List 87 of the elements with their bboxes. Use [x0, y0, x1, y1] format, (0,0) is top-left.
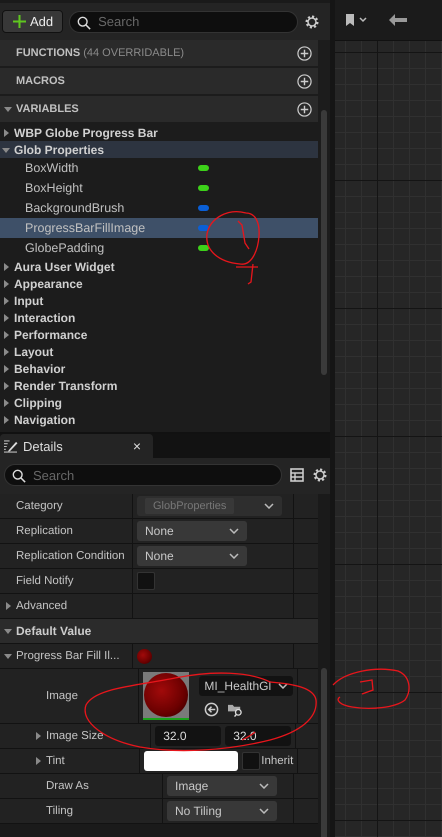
dropdown[interactable]: No Tiling	[167, 801, 277, 821]
add-button[interactable]: Add	[2, 10, 64, 33]
inherit-label: Inherit	[261, 755, 294, 767]
section-header[interactable]: MACROS	[0, 68, 318, 94]
add-circle-icon[interactable]	[297, 102, 312, 116]
category-row[interactable]: Clipping	[0, 394, 318, 411]
property-label: Category	[16, 500, 63, 512]
property-label: Progress Bar Fill Il...	[16, 650, 120, 662]
collapsed-arrow-icon[interactable]	[4, 602, 12, 610]
property-label: Field Notify	[16, 575, 74, 587]
material-thumbnail[interactable]	[143, 672, 190, 720]
property-label: Image Size	[46, 730, 104, 742]
variable-row[interactable]: GlobePadding	[0, 238, 318, 258]
property-label: Image	[46, 690, 78, 702]
collapsed-arrow-icon[interactable]	[2, 382, 10, 390]
variable-row[interactable]: BackgroundBrush	[0, 198, 318, 218]
add-circle-icon[interactable]	[297, 46, 312, 60]
scrollbar-thumb[interactable]	[321, 110, 327, 375]
details-tab[interactable]: Details ×	[0, 434, 153, 458]
expanded-arrow-icon[interactable]	[4, 652, 12, 660]
collapsed-arrow-icon[interactable]	[2, 348, 10, 356]
collapsed-arrow-icon[interactable]	[34, 732, 42, 740]
category-row[interactable]: Input	[0, 292, 318, 309]
asset-dropdown[interactable]: MI_HealthGl	[199, 676, 294, 696]
caret-icon	[259, 783, 269, 789]
category-row[interactable]: Performance	[0, 326, 318, 343]
collapsed-arrow-icon[interactable]	[2, 314, 10, 322]
caret-icon	[229, 553, 239, 559]
property-label: Tint	[46, 755, 65, 767]
category-row[interactable]: Render Transform	[0, 377, 318, 394]
add-circle-icon[interactable]	[297, 74, 312, 88]
scrollbar-thumb[interactable]	[321, 668, 327, 837]
table-icon[interactable]	[290, 468, 304, 482]
search-icon	[77, 16, 92, 30]
bookmark-icon[interactable]	[345, 13, 369, 27]
caret-icon	[259, 808, 269, 814]
category-row[interactable]: WBP Globe Progress Bar	[0, 124, 318, 141]
back-arrow-icon[interactable]	[389, 14, 407, 26]
property-label: Replication	[16, 525, 73, 537]
collapsed-arrow-icon[interactable]	[2, 262, 10, 270]
collapsed-arrow-icon[interactable]	[2, 364, 10, 372]
plus-icon	[13, 15, 26, 28]
collapsed-arrow-icon[interactable]	[2, 280, 10, 288]
color-swatch[interactable]	[144, 751, 238, 771]
number-field[interactable]: 32.0	[155, 726, 222, 746]
caret-icon	[264, 503, 274, 509]
variable-row[interactable]: BoxHeight	[0, 178, 318, 198]
property-label: Replication Condition	[16, 550, 125, 562]
checkbox[interactable]	[137, 572, 155, 590]
collapsed-arrow-icon[interactable]	[34, 757, 42, 765]
property-label: Tiling	[46, 805, 74, 817]
category-row[interactable]: Layout	[0, 343, 318, 360]
section-header[interactable]: FUNCTIONS (44 OVERRIDABLE)	[0, 40, 318, 66]
dropdown[interactable]: Image	[167, 776, 277, 796]
caret-icon	[229, 528, 239, 534]
expanded-arrow-icon[interactable]	[4, 105, 12, 113]
search-field[interactable]: Search	[4, 464, 282, 486]
section-header[interactable]: VARIABLES	[0, 96, 318, 122]
checkbox[interactable]	[242, 752, 260, 770]
property-label: Draw As	[46, 780, 89, 792]
pencil-icon	[3, 440, 18, 452]
category-row[interactable]: Appearance	[0, 275, 318, 292]
dropdown[interactable]: None	[137, 546, 247, 566]
sphere-icon	[137, 648, 152, 664]
category-row[interactable]: Glob Properties	[0, 141, 318, 158]
search-field[interactable]: Search	[69, 10, 298, 32]
expanded-arrow-icon[interactable]	[2, 146, 10, 154]
collapsed-arrow-icon[interactable]	[2, 296, 10, 304]
category-row[interactable]: Behavior	[0, 360, 318, 377]
settings-icon[interactable]	[312, 467, 328, 483]
collapsed-arrow-icon[interactable]	[2, 416, 10, 424]
variable-row[interactable]: BoxWidth	[0, 158, 318, 178]
dropdown[interactable]: None	[137, 521, 247, 541]
category-row[interactable]: Interaction	[0, 309, 318, 326]
close-button[interactable]: ×	[132, 438, 141, 454]
expanded-arrow-icon[interactable]	[4, 627, 12, 635]
settings-icon[interactable]	[304, 14, 320, 30]
collapsed-arrow-icon[interactable]	[2, 128, 10, 136]
category-row[interactable]: Aura User Widget	[0, 258, 318, 275]
variable-row[interactable]: ProgressBarFillImage	[0, 218, 318, 238]
collapsed-arrow-icon[interactable]	[2, 330, 10, 338]
caret-icon	[278, 682, 288, 688]
collapsed-arrow-icon[interactable]	[2, 398, 10, 406]
category-header[interactable]: Default Value	[0, 619, 318, 644]
search-icon	[12, 469, 26, 483]
property-label: Advanced	[16, 600, 68, 612]
category-row[interactable]: Navigation	[0, 411, 318, 428]
